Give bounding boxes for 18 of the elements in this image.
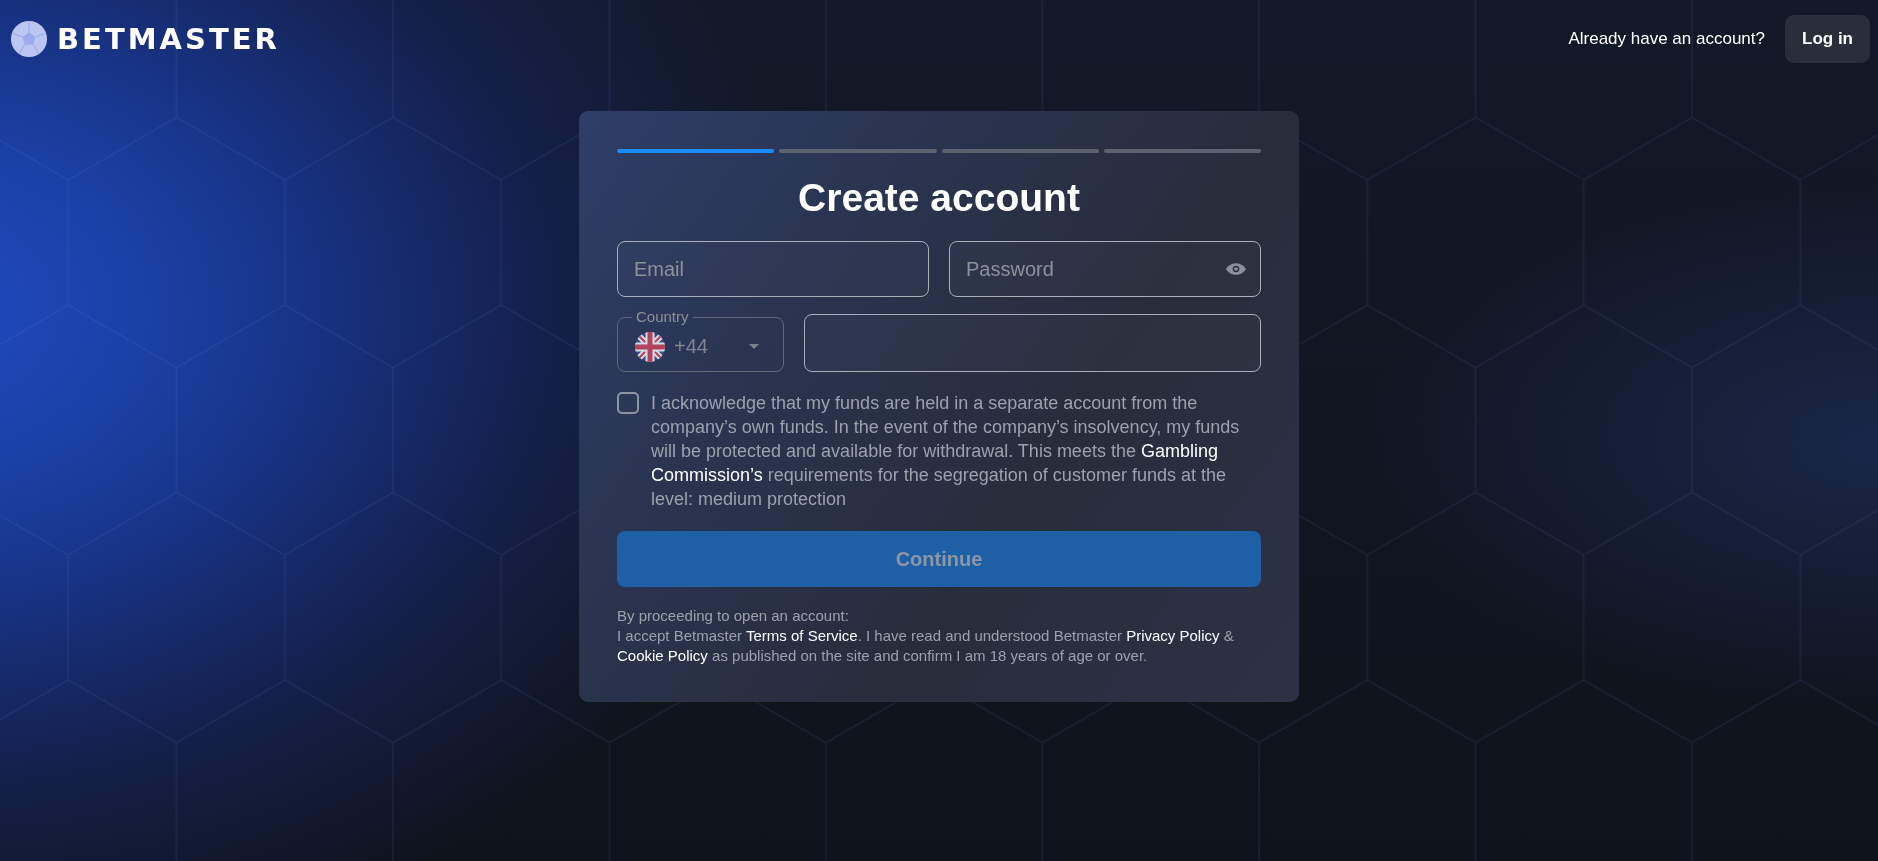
ball-logo-icon	[10, 20, 48, 58]
flag-icon	[635, 331, 665, 362]
legal-link[interactable]: Privacy Policy	[1126, 627, 1220, 644]
email-field[interactable]: Email	[617, 241, 929, 297]
logo-wordmark: BETMASTER	[57, 22, 280, 56]
legal-intro: By proceeding to open an account:	[617, 606, 850, 626]
legal-link[interactable]: Terms of Service	[745, 627, 858, 644]
login-prompt: Already have an account?	[1568, 29, 1765, 49]
form-title: Create account	[798, 176, 1080, 220]
legal-link[interactable]: Cookie Policy	[617, 647, 708, 664]
country-select[interactable]: Country +44	[617, 309, 784, 372]
eye-icon[interactable]	[1226, 263, 1246, 275]
legal-text: I accept Betmaster Terms of Service. I have read and understood Betmaster Privacy Policy & Cookie Policy as published on the site and confirm I am 18 years of age or over.	[617, 626, 1235, 666]
consent-checkbox[interactable]	[617, 392, 639, 414]
phone-field[interactable]	[804, 314, 1261, 372]
caret-icon	[749, 344, 759, 349]
login-button[interactable]: Log in	[1785, 15, 1870, 63]
consent-text: I acknowledge that my funds are held in a separate account from the company’s own funds. In the event of the company’s insolvency, my funds will be protected and available for withdrawal. This meets the Gambling Commission’s requirements for the segregation of customer funds at the level: medium protection	[651, 392, 1241, 511]
